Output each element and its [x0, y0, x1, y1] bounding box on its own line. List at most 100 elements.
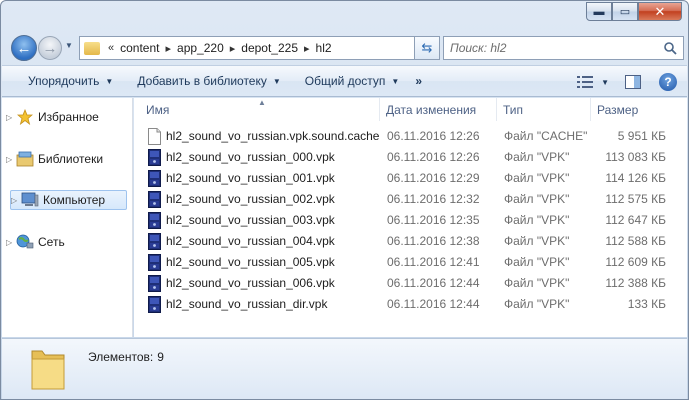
navigation-bar: ← → ▼ « content ▸ app_220 ▸ depot_225 ▸ … — [7, 32, 684, 62]
details-pane: Элементов: 9 — [2, 338, 687, 399]
file-date: 06.11.2016 12:26 — [387, 129, 480, 143]
table-row[interactable]: hl2_sound_vo_russian_dir.vpk 06.11.2016 1… — [144, 294, 680, 315]
file-name: hl2_sound_vo_russian_003.vpk — [166, 213, 335, 227]
preview-pane-button[interactable] — [625, 70, 641, 94]
file-name: hl2_sound_vo_russian_004.vpk — [166, 234, 335, 248]
file-size: 112 588 КБ — [605, 234, 666, 248]
file-name: hl2_sound_vo_russian_002.vpk — [166, 192, 335, 206]
file-type: Файл "VPK" — [504, 297, 570, 311]
file-date: 06.11.2016 12:29 — [387, 171, 480, 185]
file-date: 06.11.2016 12:32 — [387, 192, 480, 206]
maximize-button[interactable]: ▭ — [612, 2, 638, 21]
caption-buttons: ▬ ▭ ✕ — [586, 2, 682, 21]
breadcrumb-depot-225[interactable]: depot_225 — [241, 41, 298, 55]
nav-item-favorites[interactable]: ▷ Избранное — [6, 107, 128, 127]
view-options-button[interactable]: ▼ — [577, 70, 609, 94]
chevron-right-icon[interactable]: ▸ — [230, 42, 236, 55]
arrow-left-icon: ← — [16, 39, 32, 57]
organize-button[interactable]: Упорядочить ▼ — [20, 69, 121, 93]
table-row[interactable]: hl2_sound_vo_russian_006.vpk 06.11.2016 1… — [144, 273, 680, 294]
address-bar[interactable]: « content ▸ app_220 ▸ depot_225 ▸ hl2 ▼ — [79, 36, 434, 60]
item-count-value: 9 — [157, 350, 164, 364]
file-size: 112 647 КБ — [605, 213, 666, 227]
breadcrumb-content[interactable]: content — [120, 41, 159, 55]
file-type: Файл "VPK" — [504, 150, 570, 164]
toolbar-right: ▼ ? — [567, 70, 677, 94]
item-count: Элементов: 9 — [88, 350, 164, 364]
file-date: 06.11.2016 12:38 — [387, 234, 480, 248]
arrow-right-icon: → — [42, 39, 58, 57]
expand-arrow-icon[interactable]: ▷ — [6, 155, 16, 164]
file-list: ▲ Имя Дата изменения Тип Размер hl2_soun… — [134, 98, 687, 337]
table-row[interactable]: hl2_sound_vo_russian.vpk.sound.cache 06.1… — [144, 126, 680, 147]
search-box[interactable]: Поиск: hl2 — [443, 36, 684, 60]
nav-item-label: Избранное — [38, 110, 99, 124]
table-row[interactable]: hl2_sound_vo_russian_002.vpk 06.11.2016 1… — [144, 189, 680, 210]
expand-arrow-icon[interactable]: ▷ — [11, 196, 21, 205]
chevron-down-icon: ▼ — [391, 76, 400, 86]
folder-icon — [31, 350, 65, 390]
search-input[interactable]: Поиск: hl2 — [450, 41, 506, 55]
file-type: Файл "VPK" — [504, 213, 570, 227]
minimize-button[interactable]: ▬ — [586, 2, 612, 21]
breadcrumb-overflow[interactable]: « — [108, 42, 114, 54]
file-size: 112 609 КБ — [605, 255, 666, 269]
help-button[interactable]: ? — [659, 70, 677, 94]
file-name: hl2_sound_vo_russian_005.vpk — [166, 255, 335, 269]
breadcrumb-hl2[interactable]: hl2 — [316, 41, 332, 55]
table-row[interactable]: hl2_sound_vo_russian_003.vpk 06.11.2016 1… — [144, 210, 680, 231]
nav-item-label: Сеть — [38, 235, 65, 249]
network-icon — [16, 234, 34, 250]
nav-item-libraries[interactable]: ▷ Библиотеки — [6, 149, 128, 169]
file-size: 112 575 КБ — [605, 192, 666, 206]
chevron-right-icon[interactable]: ▸ — [304, 42, 310, 55]
vpk-file-icon — [148, 191, 161, 208]
vpk-file-icon — [148, 296, 161, 313]
expand-arrow-icon[interactable]: ▷ — [6, 238, 16, 247]
expand-arrow-icon[interactable]: ▷ — [6, 113, 16, 122]
file-type: Файл "VPK" — [504, 171, 570, 185]
column-header-date[interactable]: Дата изменения — [380, 98, 497, 121]
file-size: 112 388 КБ — [605, 276, 666, 290]
forward-button[interactable]: → — [38, 36, 62, 60]
add-to-library-button[interactable]: Добавить в библиотеку ▼ — [129, 69, 288, 93]
organize-label: Упорядочить — [28, 74, 100, 88]
more-commands-button[interactable]: » — [407, 69, 430, 93]
table-row[interactable]: hl2_sound_vo_russian_004.vpk 06.11.2016 1… — [144, 231, 680, 252]
search-icon[interactable] — [663, 41, 677, 55]
chevron-down-icon: ▼ — [105, 76, 114, 86]
vpk-file-icon — [148, 212, 161, 229]
file-date: 06.11.2016 12:44 — [387, 276, 480, 290]
chevron-right-icon[interactable]: ▸ — [166, 42, 172, 55]
vpk-file-icon — [148, 170, 161, 187]
refresh-icon: ⇆ — [421, 40, 433, 55]
file-name: hl2_sound_vo_russian_001.vpk — [166, 171, 335, 185]
back-button[interactable]: ← — [11, 35, 37, 61]
file-name: hl2_sound_vo_russian_006.vpk — [166, 276, 335, 290]
explorer-window: ▬ ▭ ✕ ← → ▼ « content ▸ app_220 ▸ depot_… — [0, 0, 689, 400]
vpk-file-icon — [148, 149, 161, 166]
file-name: hl2_sound_vo_russian_000.vpk — [166, 150, 335, 164]
cache-file-icon — [148, 128, 161, 145]
nav-item-network[interactable]: ▷ Сеть — [6, 232, 128, 252]
details-view-icon — [577, 76, 594, 88]
nav-item-computer[interactable]: ▷ Компьютер — [10, 190, 127, 210]
file-date: 06.11.2016 12:44 — [387, 297, 480, 311]
breadcrumb-app-220[interactable]: app_220 — [177, 41, 224, 55]
refresh-button[interactable]: ⇆ — [414, 36, 440, 60]
table-row[interactable]: hl2_sound_vo_russian_000.vpk 06.11.2016 1… — [144, 147, 680, 168]
file-name: hl2_sound_vo_russian.vpk.sound.cache — [166, 129, 380, 143]
column-header-type[interactable]: Тип — [497, 98, 591, 121]
file-type: Файл "VPK" — [504, 276, 570, 290]
column-header-name[interactable]: Имя — [140, 98, 380, 121]
nav-item-label: Компьютер — [43, 193, 106, 207]
column-header-size[interactable]: Размер — [591, 98, 681, 121]
close-button[interactable]: ✕ — [638, 2, 682, 21]
navigation-pane: ▷ Избранное ▷ Библиотеки ▷ Компьютер ▷ С… — [2, 98, 133, 337]
table-row[interactable]: hl2_sound_vo_russian_005.vpk 06.11.2016 1… — [144, 252, 680, 273]
history-dropdown-icon[interactable]: ▼ — [65, 41, 73, 50]
star-icon — [16, 109, 34, 125]
table-row[interactable]: hl2_sound_vo_russian_001.vpk 06.11.2016 1… — [144, 168, 680, 189]
file-name: hl2_sound_vo_russian_dir.vpk — [166, 297, 328, 311]
share-button[interactable]: Общий доступ ▼ — [297, 69, 408, 93]
